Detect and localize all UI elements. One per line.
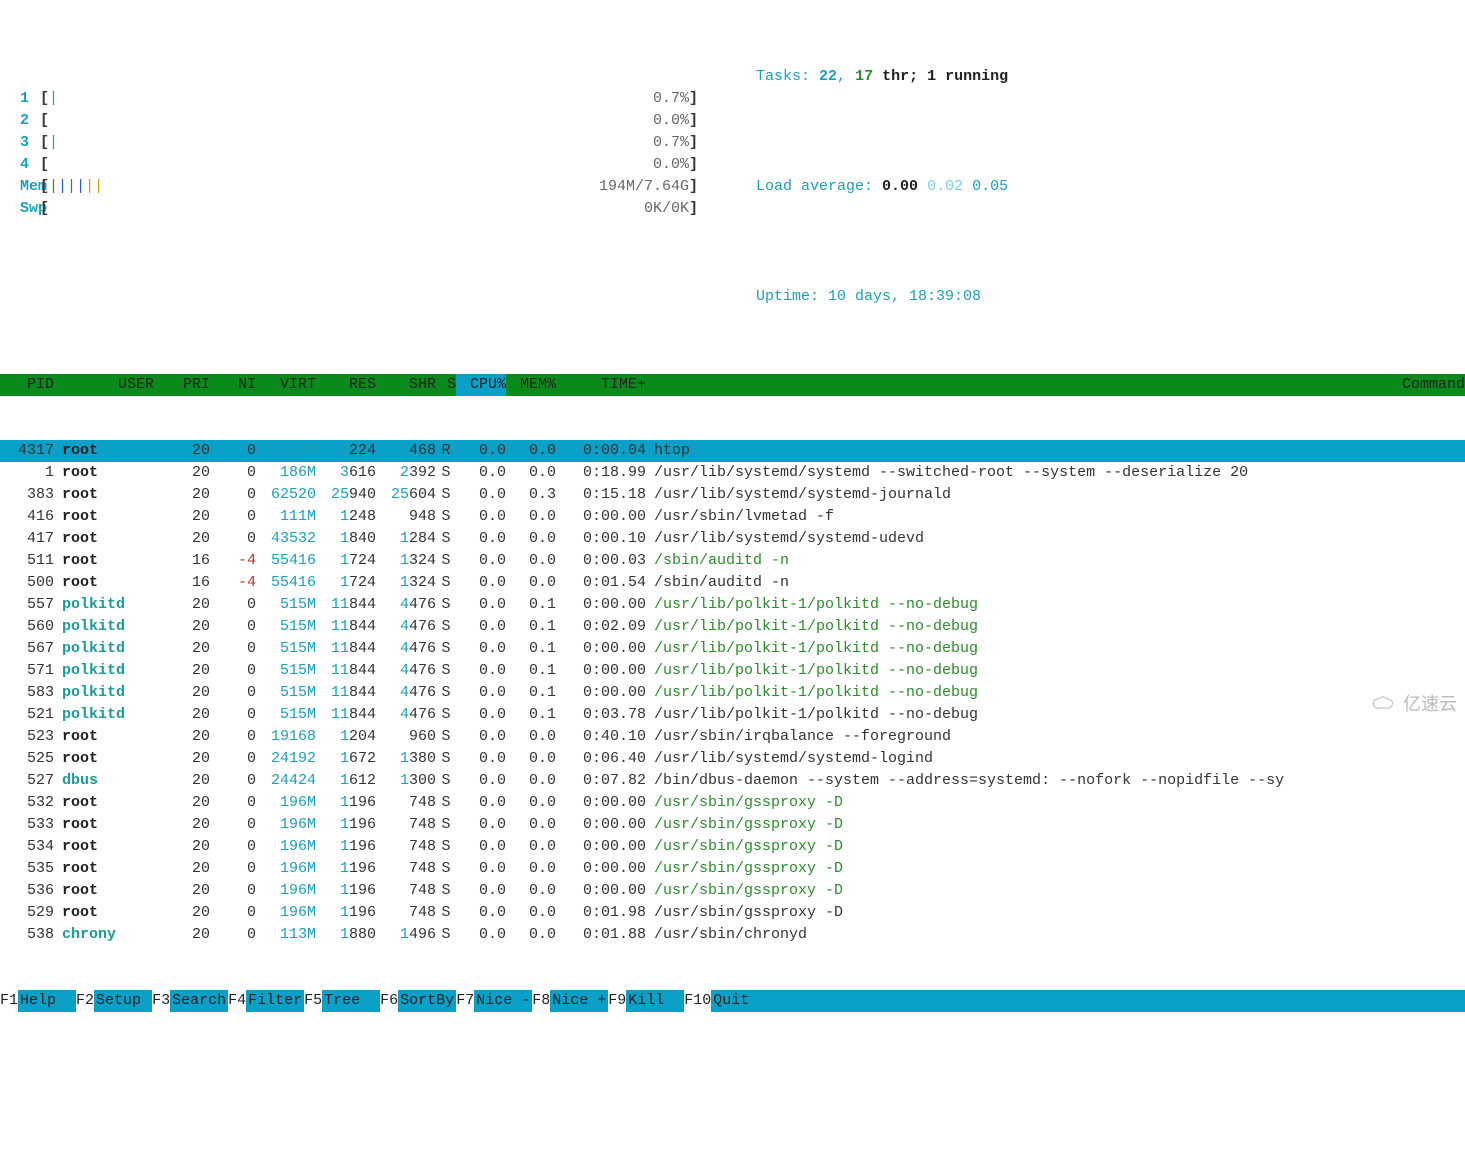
process-row[interactable]: 567polkitd200515M118444476S0.00.10:00.00… <box>0 638 1465 660</box>
col-shr[interactable]: SHR <box>376 374 436 396</box>
process-table-header[interactable]: PID USER PRI NI VIRT RES SHR S CPU% MEM%… <box>0 374 1465 396</box>
col-s[interactable]: S <box>436 374 456 396</box>
fkey-tree[interactable]: Tree <box>322 990 380 1012</box>
process-row[interactable]: 533root200196M1196748S0.00.00:00.00/usr/… <box>0 814 1465 836</box>
load-15: 0.05 <box>972 178 1008 195</box>
fkey-filter[interactable]: Filter <box>246 990 304 1012</box>
process-row[interactable]: 583polkitd200515M118444476S0.00.10:00.00… <box>0 682 1465 704</box>
fkey-label-f7: F7 <box>456 990 474 1012</box>
fkey-nice -[interactable]: Nice - <box>474 990 532 1012</box>
tasks-label: Tasks: <box>756 68 819 85</box>
process-row[interactable]: 500root16-45541617241324S0.00.00:01.54/s… <box>0 572 1465 594</box>
process-row[interactable]: 538chrony200113M18801496S0.00.00:01.88/u… <box>0 924 1465 946</box>
process-row[interactable]: 534root200196M1196748S0.00.00:00.00/usr/… <box>0 836 1465 858</box>
col-virt[interactable]: VIRT <box>256 374 316 396</box>
process-row[interactable]: 532root200196M1196748S0.00.00:00.00/usr/… <box>0 792 1465 814</box>
process-row[interactable]: 525root2002419216721380S0.00.00:06.40/us… <box>0 748 1465 770</box>
col-cmd[interactable]: Command <box>646 374 1465 396</box>
uptime-value: 10 days, 18:39:08 <box>828 288 981 305</box>
process-row[interactable]: 521polkitd200515M118444476S0.00.10:03.78… <box>0 704 1465 726</box>
fkey-label-f5: F5 <box>304 990 322 1012</box>
uptime-label: Uptime: <box>756 288 828 305</box>
load-5: 0.02 <box>927 178 963 195</box>
fkey-bar-fill <box>769 990 1465 1012</box>
fkey-label-f2: F2 <box>76 990 94 1012</box>
fkey-kill[interactable]: Kill <box>626 990 684 1012</box>
process-row[interactable]: 523root200191681204960S0.00.00:40.10/usr… <box>0 726 1465 748</box>
col-cpu[interactable]: CPU% <box>456 374 506 396</box>
col-pri[interactable]: PRI <box>154 374 210 396</box>
function-keys-bar: F1Help F2Setup F3SearchF4FilterF5Tree F6… <box>0 990 1465 1012</box>
fkey-quit[interactable]: Quit <box>711 990 769 1012</box>
fkey-help[interactable]: Help <box>18 990 76 1012</box>
fkey-nice +[interactable]: Nice + <box>550 990 608 1012</box>
process-row[interactable]: 535root200196M1196748S0.00.00:00.00/usr/… <box>0 858 1465 880</box>
process-table[interactable]: 4317root200119M22241468R0.00.00:00.04hto… <box>0 440 1465 946</box>
fkey-label-f1: F1 <box>0 990 18 1012</box>
process-row[interactable]: 416root200111M1248948S0.00.00:00.00/usr/… <box>0 506 1465 528</box>
system-info-panel: Tasks: 22, 17 thr; 1 running Load averag… <box>720 0 1008 352</box>
process-row[interactable]: 557polkitd200515M118444476S0.00.10:00.00… <box>0 594 1465 616</box>
process-row[interactable]: 529root200196M1196748S0.00.00:01.98/usr/… <box>0 902 1465 924</box>
process-row[interactable]: 417root2004353218401284S0.00.00:00.10/us… <box>0 528 1465 550</box>
col-res[interactable]: RES <box>316 374 376 396</box>
col-ni[interactable]: NI <box>210 374 256 396</box>
process-row[interactable]: 4317root200119M22241468R0.00.00:00.04hto… <box>0 440 1465 462</box>
fkey-label-f3: F3 <box>152 990 170 1012</box>
watermark: 亿速云 <box>1371 693 1457 715</box>
fkey-label-f9: F9 <box>608 990 626 1012</box>
process-row[interactable]: 383root200625202594025604S0.00.30:15.18/… <box>0 484 1465 506</box>
process-row[interactable]: 527dbus2002442416121300S0.00.00:07.82/bi… <box>0 770 1465 792</box>
col-pid[interactable]: PID <box>0 374 54 396</box>
load-label: Load average: <box>756 178 882 195</box>
load-1: 0.00 <box>882 178 918 195</box>
col-time[interactable]: TIME+ <box>556 374 646 396</box>
tasks-count: 22 <box>819 68 837 85</box>
fkey-search[interactable]: Search <box>170 990 228 1012</box>
process-row[interactable]: 511root16-45541617241324S0.00.00:00.03/s… <box>0 550 1465 572</box>
process-row[interactable]: 536root200196M1196748S0.00.00:00.00/usr/… <box>0 880 1465 902</box>
process-row[interactable]: 1root200186M36162392S0.00.00:18.99/usr/l… <box>0 462 1465 484</box>
col-user[interactable]: USER <box>54 374 154 396</box>
fkey-sortby[interactable]: SortBy <box>398 990 456 1012</box>
fkey-label-f6: F6 <box>380 990 398 1012</box>
fkey-setup[interactable]: Setup <box>94 990 152 1012</box>
fkey-label-f8: F8 <box>532 990 550 1012</box>
process-row[interactable]: 560polkitd200515M118444476S0.00.10:02.09… <box>0 616 1465 638</box>
threads-count: 17 <box>855 68 873 85</box>
fkey-label-f4: F4 <box>228 990 246 1012</box>
process-row[interactable]: 571polkitd200515M118444476S0.00.10:00.00… <box>0 660 1465 682</box>
running-count: 1 <box>927 68 936 85</box>
col-mem[interactable]: MEM% <box>506 374 556 396</box>
fkey-label-f10: F10 <box>684 990 711 1012</box>
